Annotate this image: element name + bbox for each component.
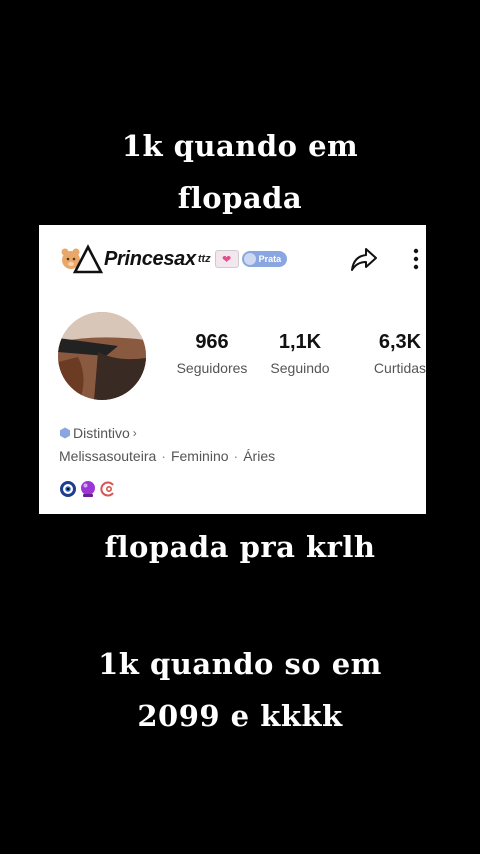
stat-seguidores[interactable]: 966 Seguidores [167,331,257,376]
more-icon[interactable] [409,245,423,275]
stat-curtidas[interactable]: 6,3K Curtidas [355,331,445,376]
username-suffix: ttz [197,253,211,265]
prata-badge[interactable]: Prata [241,251,288,267]
share-icon[interactable] [349,244,379,274]
chevron-right-icon: › [132,426,137,440]
prata-badge-icon [243,253,256,265]
stat-seguindo-value: 1,1K [278,331,322,353]
profile-header: Princesax ttz ❤ Prata [61,242,288,276]
prata-badge-label: Prata [258,254,282,264]
caption-bottom: 1k quando so em 2099 e kkkk [0,638,480,742]
distintivo-label: Distintivo [73,425,130,441]
distintivo-link[interactable]: Distintivo › [59,425,137,441]
profile-card: Princesax ttz ❤ Prata 966 Seguidores 1,1… [39,225,426,514]
stat-seguindo-label: Seguindo [270,360,330,376]
caption-bottom-line-1: 1k quando so em [98,647,382,681]
stat-seguindo[interactable]: 1,1K Seguindo [255,331,345,376]
info-gender: Feminino [170,448,229,464]
info-separator: · [161,448,166,464]
info-sign: Áries [243,448,276,464]
heart-badge-icon[interactable]: ❤ [214,250,239,268]
avatar[interactable] [58,312,146,400]
stat-curtidas-value: 6,3K [378,331,422,353]
hexagon-icon [60,427,70,439]
stat-seguidores-label: Seguidores [176,360,248,376]
info-separator: · [233,448,239,464]
avatar-photo [58,312,146,400]
caption-bottom-line-2: 2099 e kkkk [137,699,343,733]
bear-logo-icon [61,244,103,274]
stat-curtidas-label: Curtidas [373,360,427,376]
eye-badge-icon[interactable] [59,480,77,498]
caption-top-line-1: 1k quando em [121,129,359,163]
profile-info: Melissasouteira · Feminino · Áries [59,448,275,464]
caption-middle-line: flopada pra krlh [104,530,376,564]
purple-orb-icon[interactable] [79,480,97,498]
caption-top-line-2: flopada [177,181,303,215]
caption-top: 1k quando em flopada [0,120,480,224]
badges-row [59,480,119,498]
username: Princesax [104,247,196,270]
info-name: Melissasouteira [59,448,157,464]
red-swirl-icon[interactable] [99,480,117,498]
caption-middle: flopada pra krlh [0,521,480,573]
stat-seguidores-value: 966 [195,331,229,353]
